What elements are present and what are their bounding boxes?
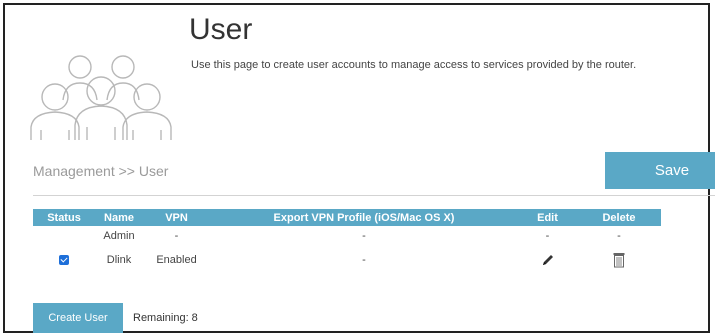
divider bbox=[33, 195, 715, 196]
remaining-count: 8 bbox=[191, 312, 198, 324]
status-cell bbox=[33, 226, 95, 246]
export-cell: - bbox=[362, 254, 366, 266]
user-table: Status Name VPN Export VPN Profile (iOS/… bbox=[33, 209, 661, 274]
breadcrumb: Management >> User bbox=[33, 163, 169, 179]
page-frame: User Use this page to create user accoun… bbox=[3, 3, 715, 333]
trash-icon[interactable] bbox=[613, 252, 625, 268]
table-header-row: Status Name VPN Export VPN Profile (iOS/… bbox=[33, 209, 661, 226]
table-row: Dlink Enabled - bbox=[33, 246, 661, 274]
page-description: Use this page to create user accounts to… bbox=[191, 59, 637, 71]
page-title: User bbox=[189, 13, 253, 46]
edit-header: Edit bbox=[518, 209, 577, 226]
export-cell: - bbox=[362, 230, 366, 242]
remaining-label: Remaining: bbox=[133, 312, 189, 324]
pencil-icon[interactable] bbox=[541, 253, 555, 267]
status-checkbox[interactable] bbox=[59, 255, 69, 266]
name-cell: Dlink bbox=[106, 254, 132, 266]
delete-header: Delete bbox=[577, 209, 661, 226]
edit-cell bbox=[518, 246, 577, 274]
save-button[interactable]: Save bbox=[605, 152, 715, 189]
status-cell bbox=[33, 246, 95, 274]
remaining-text: Remaining: 8 bbox=[133, 312, 198, 324]
create-user-button[interactable]: Create User bbox=[33, 303, 123, 333]
vpn-cell: - bbox=[174, 230, 179, 242]
delete-cell: - bbox=[617, 230, 621, 242]
edit-cell: - bbox=[545, 230, 550, 242]
vpn-cell: Enabled bbox=[156, 254, 197, 266]
table-row: Admin - - - - bbox=[33, 226, 661, 246]
name-cell: Admin bbox=[103, 230, 135, 242]
name-header: Name bbox=[95, 209, 143, 226]
users-group-icon bbox=[30, 55, 172, 140]
vpn-header: VPN bbox=[143, 209, 210, 226]
delete-cell bbox=[577, 246, 661, 274]
status-header: Status bbox=[33, 209, 95, 226]
export-header: Export VPN Profile (iOS/Mac OS X) bbox=[210, 209, 518, 226]
